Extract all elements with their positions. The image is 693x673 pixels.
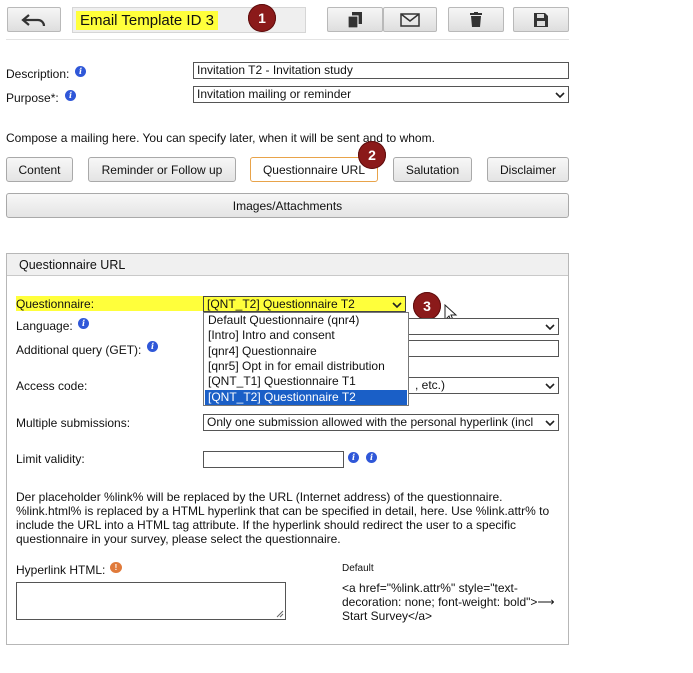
placeholder-description: Der placeholder %link% will be replaced … (16, 490, 550, 546)
info-icon[interactable]: i (65, 90, 76, 101)
panel-header: Questionnaire URL (7, 254, 568, 276)
tab-reminder[interactable]: Reminder or Follow up (88, 157, 236, 182)
chevron-down-icon (545, 383, 555, 390)
warning-icon[interactable]: ! (110, 562, 122, 573)
info-icon[interactable]: i (147, 341, 158, 352)
dropdown-option[interactable]: [Intro] Intro and consent (205, 328, 407, 343)
tab-disclaimer[interactable]: Disclaimer (487, 157, 569, 182)
dropdown-option[interactable]: [QNT_T1] Questionnaire T1 (205, 374, 407, 389)
questionnaire-select[interactable]: [QNT_T2] Questionnaire T2 (203, 296, 406, 312)
trash-icon (470, 12, 482, 27)
description-input[interactable]: Invitation T2 - Invitation study (193, 62, 569, 79)
resize-handle-icon[interactable] (276, 610, 284, 618)
annotation-badge-2: 2 (358, 141, 386, 169)
multiple-submissions-value: Only one submission allowed with the per… (207, 415, 534, 429)
questionnaire-label: Questionnaire: (16, 297, 95, 311)
access-code-select-value: , etc.) (415, 378, 446, 392)
info-icon[interactable]: i (348, 452, 359, 463)
default-hyperlink-code: <a href="%link.attr%" style="text-decora… (342, 581, 555, 623)
default-label: Default (342, 563, 374, 574)
dropdown-option-selected[interactable]: [QNT_T2] Questionnaire T2 (205, 390, 407, 405)
access-code-label: Access code: (16, 379, 88, 393)
chevron-down-icon (555, 92, 565, 99)
language-label: Language: (16, 319, 73, 333)
hyperlink-html-label: Hyperlink HTML: (16, 563, 106, 577)
copy-button[interactable] (327, 7, 383, 32)
images-attachments-button[interactable]: Images/Attachments (6, 193, 569, 218)
annotation-badge-1: 1 (248, 4, 276, 32)
purpose-label: Purpose*: (6, 91, 59, 105)
limit-validity-label: Limit validity: (16, 452, 85, 466)
envelope-icon (400, 12, 420, 27)
info-icon[interactable]: i (366, 452, 377, 463)
copy-icon (348, 11, 362, 28)
dropdown-option[interactable]: Default Questionnaire (qnr4) (205, 313, 407, 328)
save-button[interactable] (513, 7, 569, 32)
send-mail-button[interactable] (383, 7, 437, 32)
back-button[interactable] (7, 7, 61, 32)
chevron-down-icon (545, 420, 555, 427)
chevron-down-icon (545, 324, 555, 331)
panel-title: Questionnaire URL (19, 258, 126, 272)
questionnaire-dropdown-list[interactable]: Default Questionnaire (qnr4) [Intro] Int… (203, 312, 409, 406)
toolbar-divider (6, 39, 569, 40)
multiple-submissions-select[interactable]: Only one submission allowed with the per… (203, 414, 559, 431)
delete-button[interactable] (448, 7, 504, 32)
dropdown-option[interactable]: [qnr5] Opt in for email distribution (205, 359, 407, 374)
annotation-badge-3: 3 (413, 292, 441, 320)
additional-query-label: Additional query (GET): (16, 343, 142, 357)
purpose-select[interactable]: Invitation mailing or reminder (193, 86, 569, 103)
multiple-submissions-label: Multiple submissions: (16, 416, 131, 430)
back-arrow-icon (21, 13, 46, 26)
purpose-select-value: Invitation mailing or reminder (197, 87, 352, 101)
info-icon[interactable]: i (75, 66, 86, 77)
questionnaire-select-value: [QNT_T2] Questionnaire T2 (207, 297, 355, 311)
info-icon[interactable]: i (78, 318, 89, 329)
hyperlink-html-textarea[interactable] (16, 582, 286, 620)
description-label: Description: (6, 67, 70, 81)
chevron-down-icon (392, 302, 402, 309)
dropdown-option[interactable]: [qnr4] Questionnaire (205, 344, 407, 359)
tab-content[interactable]: Content (6, 157, 73, 182)
floppy-disk-icon (534, 12, 548, 27)
template-title: Email Template ID 3 (76, 11, 218, 30)
tab-salutation[interactable]: Salutation (393, 157, 472, 182)
limit-validity-input[interactable] (203, 451, 344, 468)
